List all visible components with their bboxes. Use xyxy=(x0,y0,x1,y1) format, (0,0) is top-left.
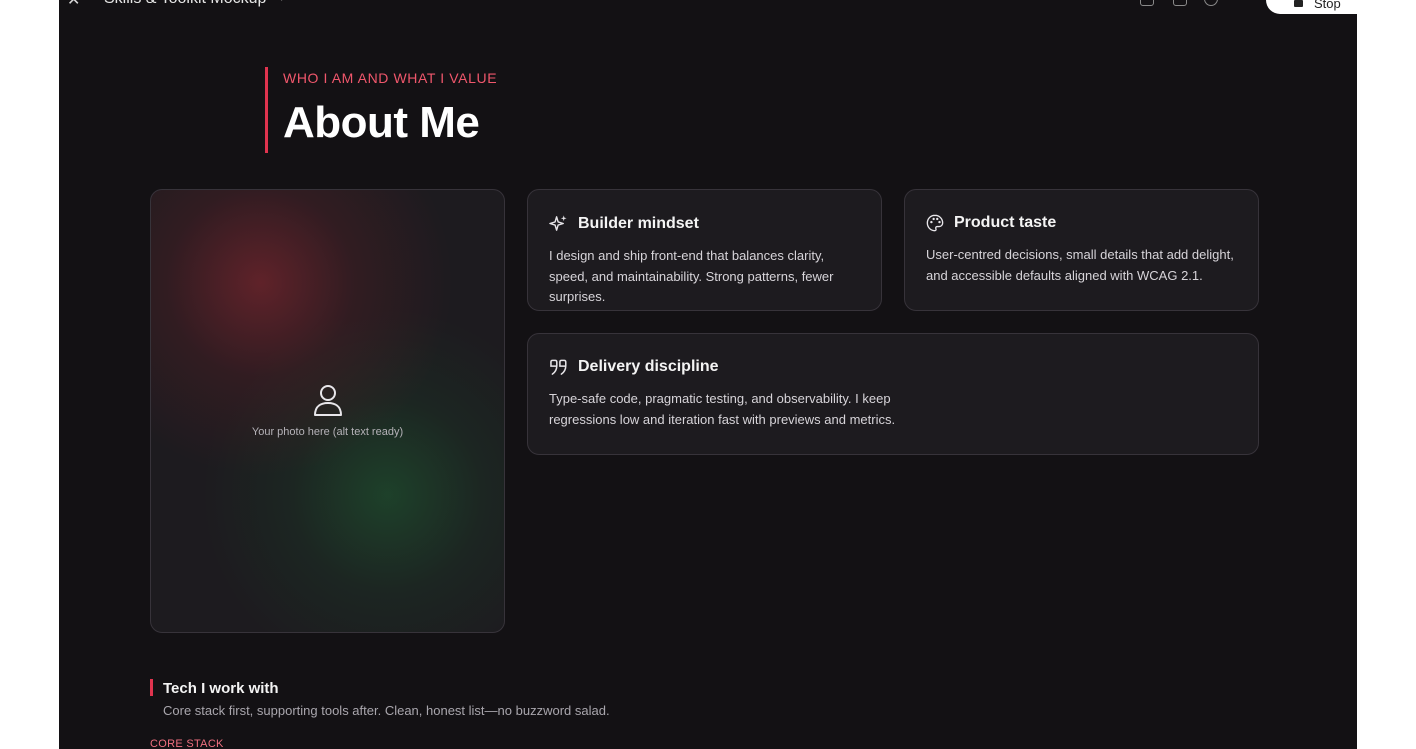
value-card-product: Product taste User-centred decisions, sm… xyxy=(904,189,1259,311)
card-title: Product taste xyxy=(954,214,1057,231)
window-title[interactable]: Skills & Toolkit Mockup xyxy=(104,0,266,8)
top-bar: ✕ Skills & Toolkit Mockup ▾ Stop xyxy=(59,0,1357,14)
card-text: I design and ship front-end that balance… xyxy=(549,248,834,304)
tech-title: Tech I work with xyxy=(163,680,279,697)
status-icon[interactable] xyxy=(1204,0,1218,6)
card-text: Type-safe code, pragmatic testing, and o… xyxy=(549,391,896,427)
tech-subtitle: Core stack first, supporting tools after… xyxy=(163,703,610,718)
stop-button[interactable]: Stop xyxy=(1266,0,1357,14)
tech-section-header: Tech I work with xyxy=(150,679,279,697)
close-icon[interactable]: ✕ xyxy=(67,0,80,10)
stop-button-label: Stop xyxy=(1314,0,1341,11)
card-title: Delivery discipline xyxy=(578,358,719,375)
quote-icon xyxy=(550,359,567,375)
chevron-down-icon[interactable]: ▾ xyxy=(279,0,285,4)
palette-icon xyxy=(926,214,944,232)
photo-caption: Your photo here (alt text ready) xyxy=(251,426,404,438)
photo-placeholder: Your photo here (alt text ready) xyxy=(150,189,505,633)
value-card-builder: Builder mindset I design and ship front-… xyxy=(527,189,882,311)
card-text: User-centred decisions, small details th… xyxy=(926,247,1234,283)
eyebrow-text: WHO I AM AND WHAT I VALUE xyxy=(283,70,498,86)
app-window: ✕ Skills & Toolkit Mockup ▾ Stop WHO I A… xyxy=(59,0,1357,749)
user-icon xyxy=(314,385,342,416)
copy-icon[interactable] xyxy=(1140,0,1154,6)
sparkles-icon xyxy=(549,215,567,231)
core-stack-label: CORE STACK xyxy=(150,738,224,749)
value-card-delivery: Delivery discipline Type-safe code, prag… xyxy=(527,333,1259,455)
page-title: About Me xyxy=(283,98,480,147)
card-title: Builder mindset xyxy=(578,214,699,232)
section-header: WHO I AM AND WHAT I VALUE About Me xyxy=(265,67,497,153)
stop-icon xyxy=(1294,0,1303,7)
save-icon[interactable] xyxy=(1173,0,1187,6)
